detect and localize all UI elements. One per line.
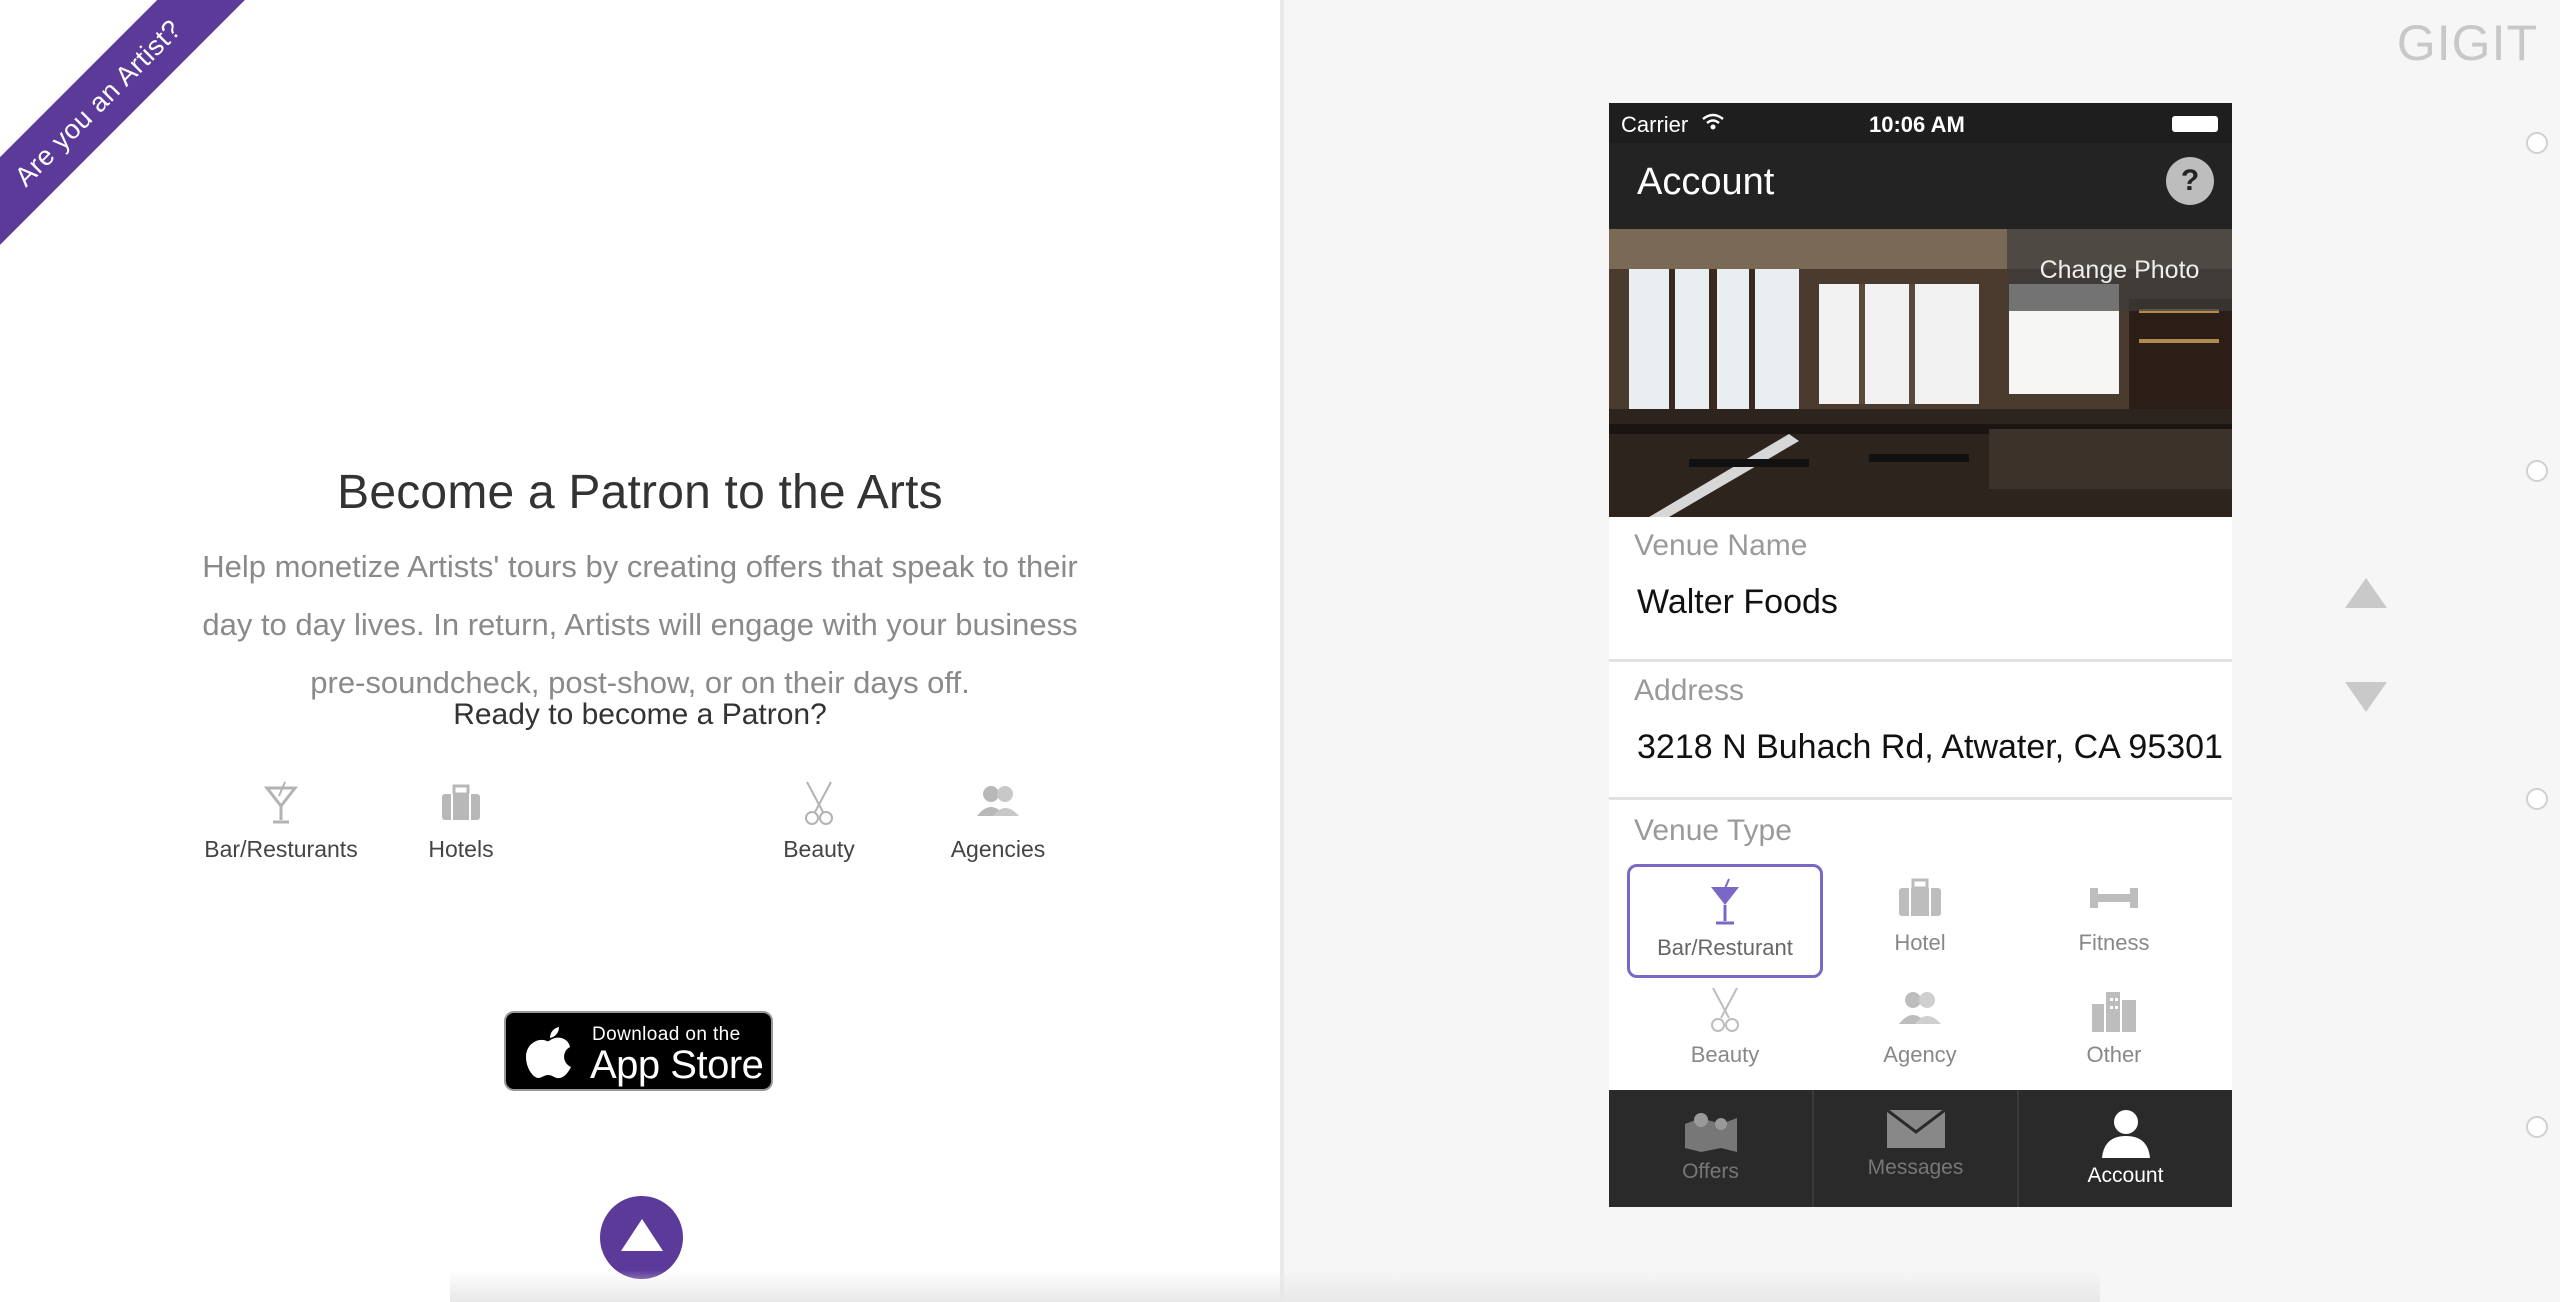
category-list: Bar/Resturants Hotels Beauty Agencies: [0, 780, 1280, 870]
tab-offers[interactable]: Offers: [1609, 1090, 1814, 1207]
category-label: Beauty: [783, 836, 855, 862]
venue-type-option-label: Bar/Resturant: [1657, 935, 1793, 960]
carrier-label: Carrier: [1621, 112, 1689, 137]
venue-name-field[interactable]: Venue Name Walter Foods: [1609, 517, 2232, 662]
suitcase-icon: [1899, 878, 1941, 916]
venue-name-label: Venue Name: [1634, 529, 1808, 562]
venue-type-beauty[interactable]: Beauty: [1627, 976, 1823, 1090]
venue-type-label: Venue Type: [1634, 814, 1792, 847]
venue-photo: Change Photo: [1609, 229, 2232, 517]
left-panel: Are you an Artist? Become a Patron to th…: [0, 0, 1280, 1302]
scissors-icon: [805, 781, 833, 825]
carousel-up-arrow-icon[interactable]: [2345, 578, 2387, 608]
dumbbell-icon: [2090, 888, 2138, 908]
cocktail-icon: [1711, 878, 1739, 925]
envelope-icon: [1885, 1108, 1946, 1148]
nav-bar: Account ?: [1609, 143, 2232, 229]
clock: 10:06 AM: [1869, 112, 1965, 137]
venue-type-hotel[interactable]: Hotel: [1822, 864, 2018, 978]
venue-type-bar[interactable]: Bar/Resturant: [1627, 864, 1823, 978]
phone-screenshot: Carrier 10:06 AM Account ? Change Photo …: [1609, 103, 2232, 1207]
address-value[interactable]: 3218 N Buhach Rd, Atwater, CA 95301: [1637, 728, 2223, 767]
suitcase-icon: [442, 784, 480, 820]
venue-type-other[interactable]: Other: [2016, 976, 2212, 1090]
cocktail-icon: [263, 781, 299, 824]
people-icon: [1899, 992, 1941, 1024]
scissors-icon: [1711, 987, 1739, 1032]
people-icon: [977, 786, 1019, 816]
status-bar: Carrier 10:06 AM: [1609, 103, 2232, 143]
buildings-icon: [2092, 992, 2136, 1032]
app-store-big-text: App Store: [590, 1043, 764, 1087]
hero-cta: Ready to become a Patron?: [453, 698, 827, 731]
user-icon: [2101, 1110, 2150, 1158]
carousel-down-arrow-icon[interactable]: [2345, 682, 2387, 712]
venue-type-agency[interactable]: Agency: [1822, 976, 2018, 1090]
app-store-button[interactable]: Download on the App Store: [504, 1011, 773, 1091]
apple-icon: [526, 1027, 571, 1079]
map-pins-icon: [1684, 1113, 1737, 1152]
category-label: Bar/Resturants: [204, 836, 358, 862]
screen-title: Account: [1637, 161, 1775, 203]
tab-label: Messages: [1867, 1156, 1964, 1179]
tab-bar: Offers Messages Account: [1609, 1090, 2232, 1207]
venue-type-option-label: Beauty: [1690, 1042, 1760, 1067]
venue-type-option-label: Fitness: [2078, 930, 2150, 955]
tab-messages[interactable]: Messages: [1814, 1090, 2019, 1207]
tab-account[interactable]: Account: [2019, 1090, 2232, 1207]
category-label: Agencies: [950, 836, 1046, 862]
venue-type-option-label: Other: [2086, 1042, 2142, 1067]
category-hotels[interactable]: Hotels: [361, 780, 561, 863]
page: Are you an Artist? Become a Patron to th…: [0, 0, 2560, 1302]
hero: Become a Patron to the Arts Help monetiz…: [150, 465, 1130, 732]
change-photo-button[interactable]: Change Photo: [2007, 229, 2232, 311]
tab-label: Offers: [1682, 1160, 1739, 1183]
hero-title: Become a Patron to the Arts: [337, 466, 943, 519]
venue-type-section: Venue Type Bar/Resturant Hotel Fitness B…: [1609, 800, 2232, 1090]
scroll-up-button[interactable]: [600, 1196, 683, 1279]
bottom-shadow: [450, 1270, 2100, 1302]
pagination-dot[interactable]: [2526, 1116, 2548, 1138]
pagination-dot[interactable]: [2526, 788, 2548, 810]
venue-name-value[interactable]: Walter Foods: [1637, 583, 1838, 622]
address-label: Address: [1634, 674, 1745, 707]
category-beauty[interactable]: Beauty: [719, 780, 919, 863]
pagination-dot[interactable]: [2526, 460, 2548, 482]
pagination-dot[interactable]: [2526, 132, 2548, 154]
hero-description: Help monetize Artists' tours by creating…: [202, 549, 1078, 700]
artist-banner-label[interactable]: Are you an Artist?: [0, 0, 255, 260]
venue-type-fitness[interactable]: Fitness: [2016, 864, 2212, 978]
brand-logo[interactable]: GIGIT: [2397, 14, 2538, 72]
venue-type-option-label: Agency: [1883, 1042, 1957, 1067]
category-label: Hotels: [428, 836, 494, 862]
tab-label: Account: [2087, 1164, 2164, 1187]
address-field[interactable]: Address 3218 N Buhach Rd, Atwater, CA 95…: [1609, 662, 2232, 800]
artist-banner[interactable]: Are you an Artist?: [0, 0, 260, 260]
wifi-icon: [1702, 113, 1724, 130]
venue-type-option-label: Hotel: [1894, 930, 1946, 955]
help-icon[interactable]: ?: [2166, 157, 2214, 205]
category-agencies[interactable]: Agencies: [898, 780, 1098, 863]
battery-icon: [2172, 116, 2218, 132]
category-bar[interactable]: Bar/Resturants: [181, 780, 381, 863]
